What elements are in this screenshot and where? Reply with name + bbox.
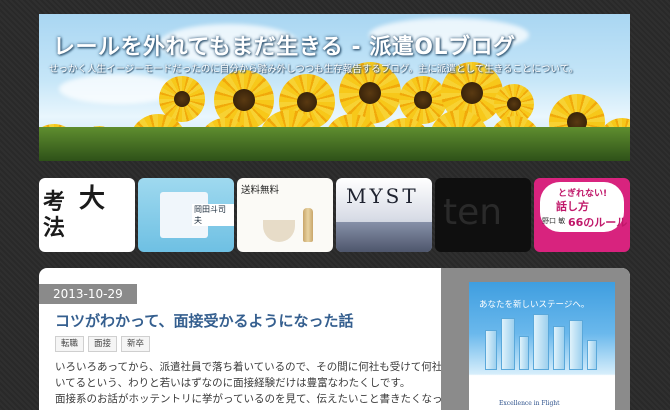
thumb-text: 話し方	[556, 200, 589, 213]
thumb-char: 法	[43, 215, 66, 241]
tea-whisk-image	[303, 208, 313, 242]
post-paragraph: いてるという、わりと若いはずなのに面接経験だけは豊富なわたくしです。	[55, 377, 411, 389]
site-title[interactable]: レールを外れてもまだ生きる - 派遣OLブログ	[53, 29, 515, 61]
ad-headline: あなたを新しいステージへ。	[479, 300, 590, 310]
thumbnail-book-okada[interactable]: 岡田斗司夫	[138, 178, 234, 252]
tag-link[interactable]: 面接	[88, 336, 118, 352]
thumbnail-book-kangaehou[interactable]: 大 考 法	[39, 178, 135, 252]
thumb-char: 大	[79, 184, 106, 214]
thumb-text: 66のルール	[568, 216, 628, 229]
city-illustration	[475, 312, 609, 370]
post-title-link[interactable]: コツがわかって、面接受かるようになった話	[55, 310, 354, 331]
post-body: いろいろあってから、派遣社員で落ち着いているので、その間に何社も受けて何社かで働…	[55, 359, 474, 407]
sidebar: あなたを新しいステージへ。 Excellence in Flight	[441, 268, 630, 410]
thumb-author: 野口 敏	[542, 217, 566, 225]
thumbnail-book-hanashikata[interactable]: とぎれない! 話し方 66のルール 野口 敏	[534, 178, 630, 252]
thumb-label: MYST	[346, 184, 419, 208]
post-tags: 転職 面接 新卒	[55, 336, 151, 352]
site-description: せっかく人生イージーモードだったのに自分から踏み外しつつも生存報告するブログ。主…	[49, 64, 579, 75]
main-content: 2013-10-29 コツがわかって、面接受かるようになった話 転職 面接 新卒…	[39, 268, 630, 410]
myst-scene-image	[336, 222, 432, 252]
post-paragraph: いろいろあってから、派遣社員で落ち着いているので、その間に何社も受けて何社かで働	[55, 361, 474, 373]
post-paragraph: 面接系のお話がホッテントリに挙がっているのを見て、伝えたいこと書きたくなったで	[55, 393, 464, 405]
thumb-label: ten	[443, 192, 503, 233]
ad-footer: Excellence in Flight	[499, 400, 560, 407]
thumbnail-game-myst[interactable]: MYST	[336, 178, 432, 252]
thumbnail-matcha-set[interactable]: 送料無料	[237, 178, 333, 252]
tag-link[interactable]: 新卒	[121, 336, 151, 352]
banner-foliage	[39, 127, 630, 161]
thumb-label: 送料無料	[241, 185, 280, 196]
tea-bowl-image	[263, 220, 295, 242]
tag-link[interactable]: 転職	[55, 336, 85, 352]
thumbnail-dark[interactable]: ten	[435, 178, 531, 252]
blog-post: 2013-10-29 コツがわかって、面接受かるようになった話 転職 面接 新卒…	[39, 268, 474, 410]
thumb-author: 岡田斗司夫	[192, 204, 234, 226]
header-banner: レールを外れてもまだ生きる - 派遣OLブログ せっかく人生イージーモードだった…	[39, 14, 630, 161]
sidebar-ad-banner[interactable]: あなたを新しいステージへ。 Excellence in Flight	[469, 282, 615, 410]
related-items-strip: 大 考 法 岡田斗司夫 送料無料 MYST ten とぎれない! 話し方 66の…	[39, 178, 630, 252]
post-date: 2013-10-29	[39, 284, 137, 304]
